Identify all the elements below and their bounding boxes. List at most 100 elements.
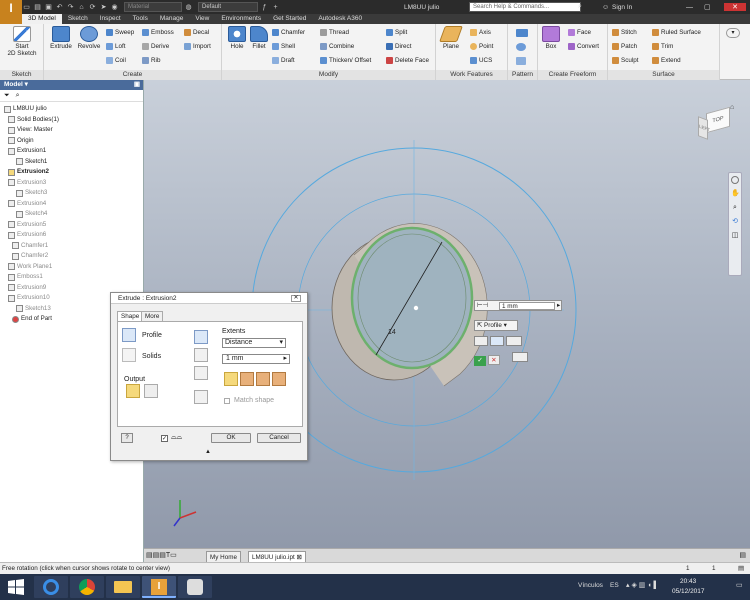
thread-button[interactable]: Thread (320, 28, 349, 37)
sculpt-button[interactable]: Sculpt (612, 56, 639, 65)
tab-3d-model[interactable]: 3D Model (22, 14, 62, 24)
clock-date[interactable]: 05/12/2017 (672, 588, 705, 595)
pan-icon[interactable]: ✋ (731, 190, 740, 198)
stitch-button[interactable]: Stitch (612, 28, 637, 37)
fx-icon[interactable]: ƒ (260, 3, 269, 12)
join-button[interactable] (489, 336, 504, 346)
match-shape-checkbox[interactable] (224, 398, 230, 404)
vinculos-toolbar[interactable]: Vínculos (578, 582, 603, 589)
loft-button[interactable]: Loft (106, 42, 126, 51)
tab-get-started[interactable]: Get Started (267, 14, 312, 24)
extrude-button[interactable]: Extrude (48, 26, 74, 50)
tab-sketch[interactable]: Sketch (62, 14, 94, 24)
tab-manage[interactable]: Manage (154, 14, 190, 24)
cancel-x-icon[interactable]: ✕ (487, 355, 500, 365)
preview-checkbox[interactable]: ✓ (161, 435, 168, 442)
import-button[interactable]: Import (184, 42, 211, 51)
thicken-offset-button[interactable]: Thicken/ Offset (320, 56, 371, 65)
axis-button[interactable]: Axis (470, 28, 491, 37)
revolve-button[interactable]: Revolve (74, 26, 104, 50)
language-indicator[interactable]: ES (610, 582, 619, 589)
new-icon[interactable]: ▭ (22, 3, 31, 12)
tab-document[interactable]: LM8UU julio.ipt ⊠ (248, 551, 306, 562)
tree-item[interactable]: Work Plane1 (8, 262, 52, 272)
home-icon[interactable]: ⌂ (77, 3, 86, 12)
direction-2-button[interactable] (240, 372, 254, 386)
full-navigation-wheel-icon[interactable] (731, 176, 739, 184)
ruled-surface-button[interactable]: Ruled Surface (652, 28, 701, 37)
chevron-down-icon[interactable]: ▾ (25, 81, 28, 88)
new-solid-button[interactable] (194, 390, 208, 404)
zoom-icon[interactable]: ⌕ (731, 204, 739, 212)
trim-button[interactable]: Trim (652, 42, 673, 51)
look-at-icon[interactable]: ◫ (731, 232, 739, 240)
select-icon[interactable]: ➤ (99, 3, 108, 12)
paint-taskbar-button[interactable] (178, 576, 212, 598)
tree-item[interactable]: View: Master (8, 125, 53, 135)
browser-close-icon[interactable]: ▣ (134, 80, 140, 90)
windows-start-button[interactable] (2, 576, 30, 598)
tree-item[interactable]: Emboss1 (8, 272, 43, 282)
tree-item[interactable]: Chamfer2 (12, 251, 48, 261)
start-sketch-button[interactable]: Start 2D Sketch (4, 26, 40, 57)
plane-button[interactable]: Plane (438, 26, 464, 50)
ribbon-options-icon[interactable]: ▾ (726, 28, 740, 38)
tree-item[interactable]: Extrusion1 (8, 146, 46, 156)
tab-more[interactable]: More (141, 311, 164, 321)
home-view-icon[interactable]: ⌂ (730, 104, 734, 111)
draft-button[interactable]: Draft (272, 56, 295, 65)
sign-in-link[interactable]: Sign In (612, 4, 632, 11)
point-button[interactable]: Point (470, 42, 493, 51)
plus-icon[interactable]: + (271, 3, 280, 12)
coil-button[interactable]: Coil (106, 56, 126, 65)
tree-item[interactable]: Origin (8, 136, 34, 146)
tab-shape[interactable]: Shape (117, 311, 144, 321)
search-input[interactable]: Search Help & Commands... (469, 2, 581, 12)
save-icon[interactable]: ▣ (44, 3, 53, 12)
tile-icons[interactable]: ▤▤▤T▭ (146, 551, 177, 559)
tree-item[interactable]: LM8UU julio (4, 104, 47, 114)
solids-select-button[interactable] (122, 348, 136, 362)
convert-button[interactable]: Convert (568, 42, 599, 51)
tree-item[interactable]: Extrusion3 (8, 178, 46, 188)
distance-input[interactable]: 1 mm ▸ (222, 354, 290, 364)
tab-my-home[interactable]: My Home (206, 551, 241, 562)
output-solid-button[interactable] (126, 384, 140, 398)
redo-icon[interactable]: ↷ (66, 3, 75, 12)
orbit-icon[interactable]: ⟲ (731, 218, 739, 226)
tab-tools[interactable]: Tools (127, 14, 154, 24)
ucs-button[interactable]: UCS (470, 56, 492, 65)
direction-button[interactable] (505, 336, 522, 346)
tab-environments[interactable]: Environments (215, 14, 267, 24)
face-button[interactable]: Face (568, 28, 591, 37)
material-combo[interactable]: Material (124, 2, 182, 12)
rectangular-pattern-button[interactable] (516, 28, 528, 37)
update-icon[interactable]: ⟳ (88, 3, 97, 12)
asymmetric-button[interactable] (272, 372, 286, 386)
filter-icon[interactable]: ⏷ (4, 92, 10, 100)
extents-dropdown[interactable]: Distance ▾ (222, 338, 286, 348)
profile-face[interactable] (350, 226, 474, 370)
dialog-expand-icon[interactable]: ▲ (205, 449, 211, 455)
mirror-button[interactable] (516, 56, 526, 65)
cut-operation-button[interactable] (194, 348, 208, 362)
sweep-button[interactable]: Sweep (106, 28, 134, 37)
tab-inspect[interactable]: Inspect (94, 14, 127, 24)
tree-item[interactable]: Extrusion9 (8, 283, 46, 293)
shell-button[interactable]: Shell (272, 42, 295, 51)
profile-select-button[interactable] (122, 328, 136, 342)
tree-item[interactable]: Sketch3 (16, 188, 47, 198)
tree-item[interactable]: Extrusion6 (8, 230, 46, 240)
distance-field[interactable]: 1 mm (499, 302, 555, 310)
action-center-icon[interactable]: ▭ (736, 581, 743, 589)
play-arrow-icon[interactable]: ▸ (283, 355, 287, 363)
profile-selector[interactable]: ⇱ Profile ▾ (474, 320, 518, 331)
inventor-taskbar-button[interactable]: I (142, 576, 176, 598)
tree-item[interactable]: End of Part (12, 314, 52, 324)
minimize-button[interactable]: — (686, 4, 693, 11)
tree-item[interactable]: Extrusion2 (8, 167, 49, 177)
cancel-button[interactable]: Cancel (257, 433, 301, 443)
app-menu-button[interactable]: I (0, 0, 22, 24)
decal-button[interactable]: Decal (184, 28, 209, 37)
chamfer-button[interactable]: Chamfer (272, 28, 305, 37)
